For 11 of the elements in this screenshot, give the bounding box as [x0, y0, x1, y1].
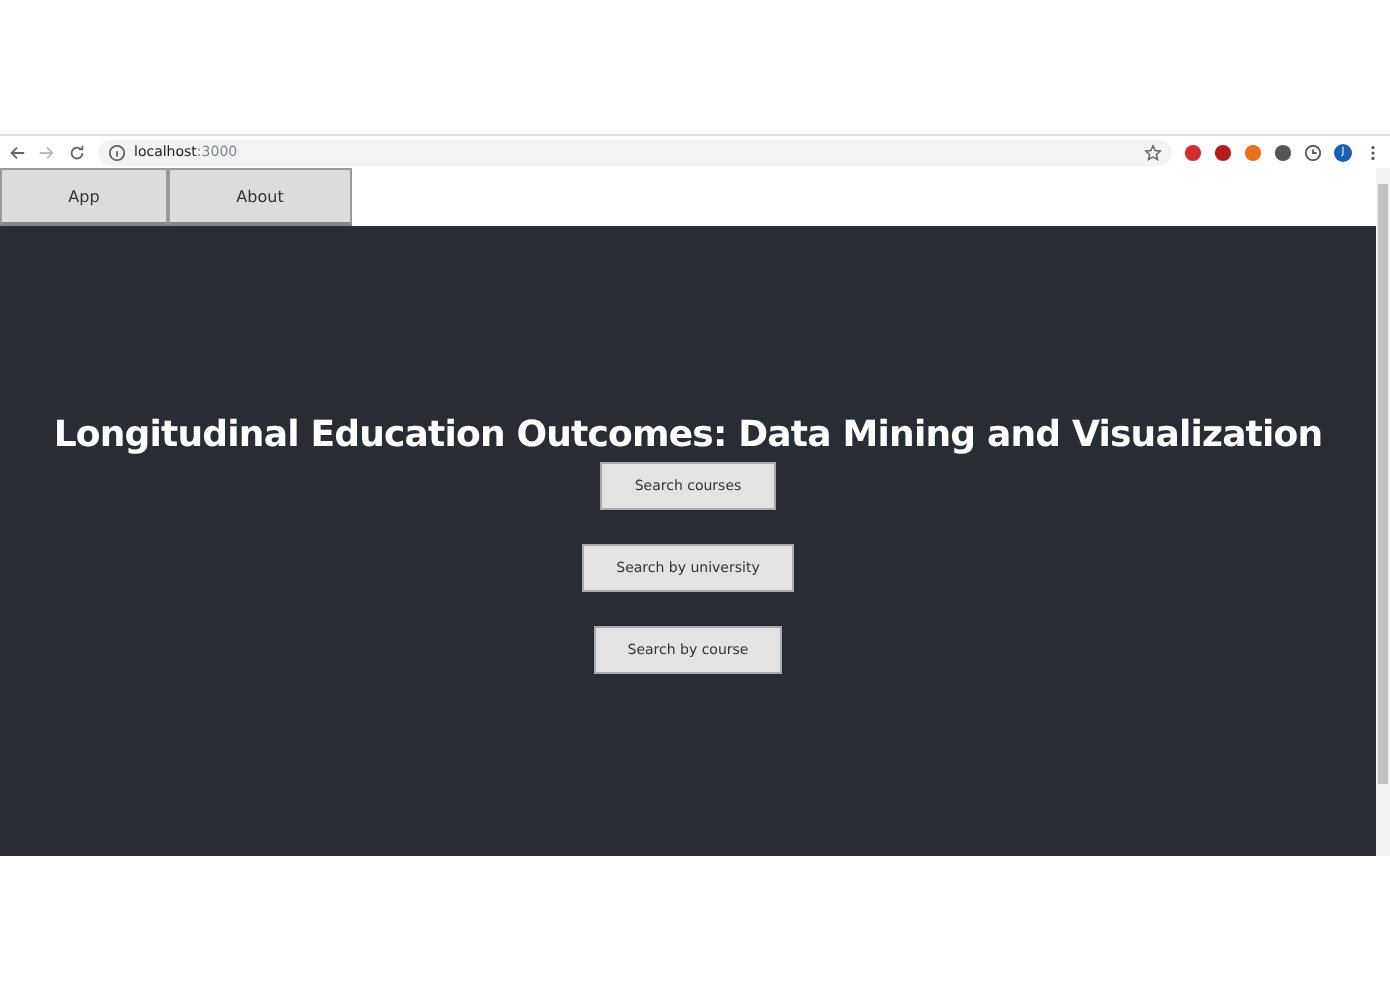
shield-icon[interactable]	[1214, 143, 1232, 161]
back-icon[interactable]	[8, 143, 26, 161]
scrollbar[interactable]	[1376, 168, 1390, 856]
star-icon[interactable]	[1144, 143, 1162, 161]
reload-icon[interactable]	[68, 143, 86, 161]
clock-icon[interactable]	[1304, 143, 1322, 161]
info-icon[interactable]	[108, 143, 126, 161]
page-title: Longitudinal Education Outcomes: Data Mining and Visualization	[53, 414, 1323, 456]
nav-tab[interactable]: App	[0, 168, 168, 226]
nav-tab[interactable]: About	[168, 168, 352, 226]
extension-icon[interactable]	[1184, 143, 1202, 161]
